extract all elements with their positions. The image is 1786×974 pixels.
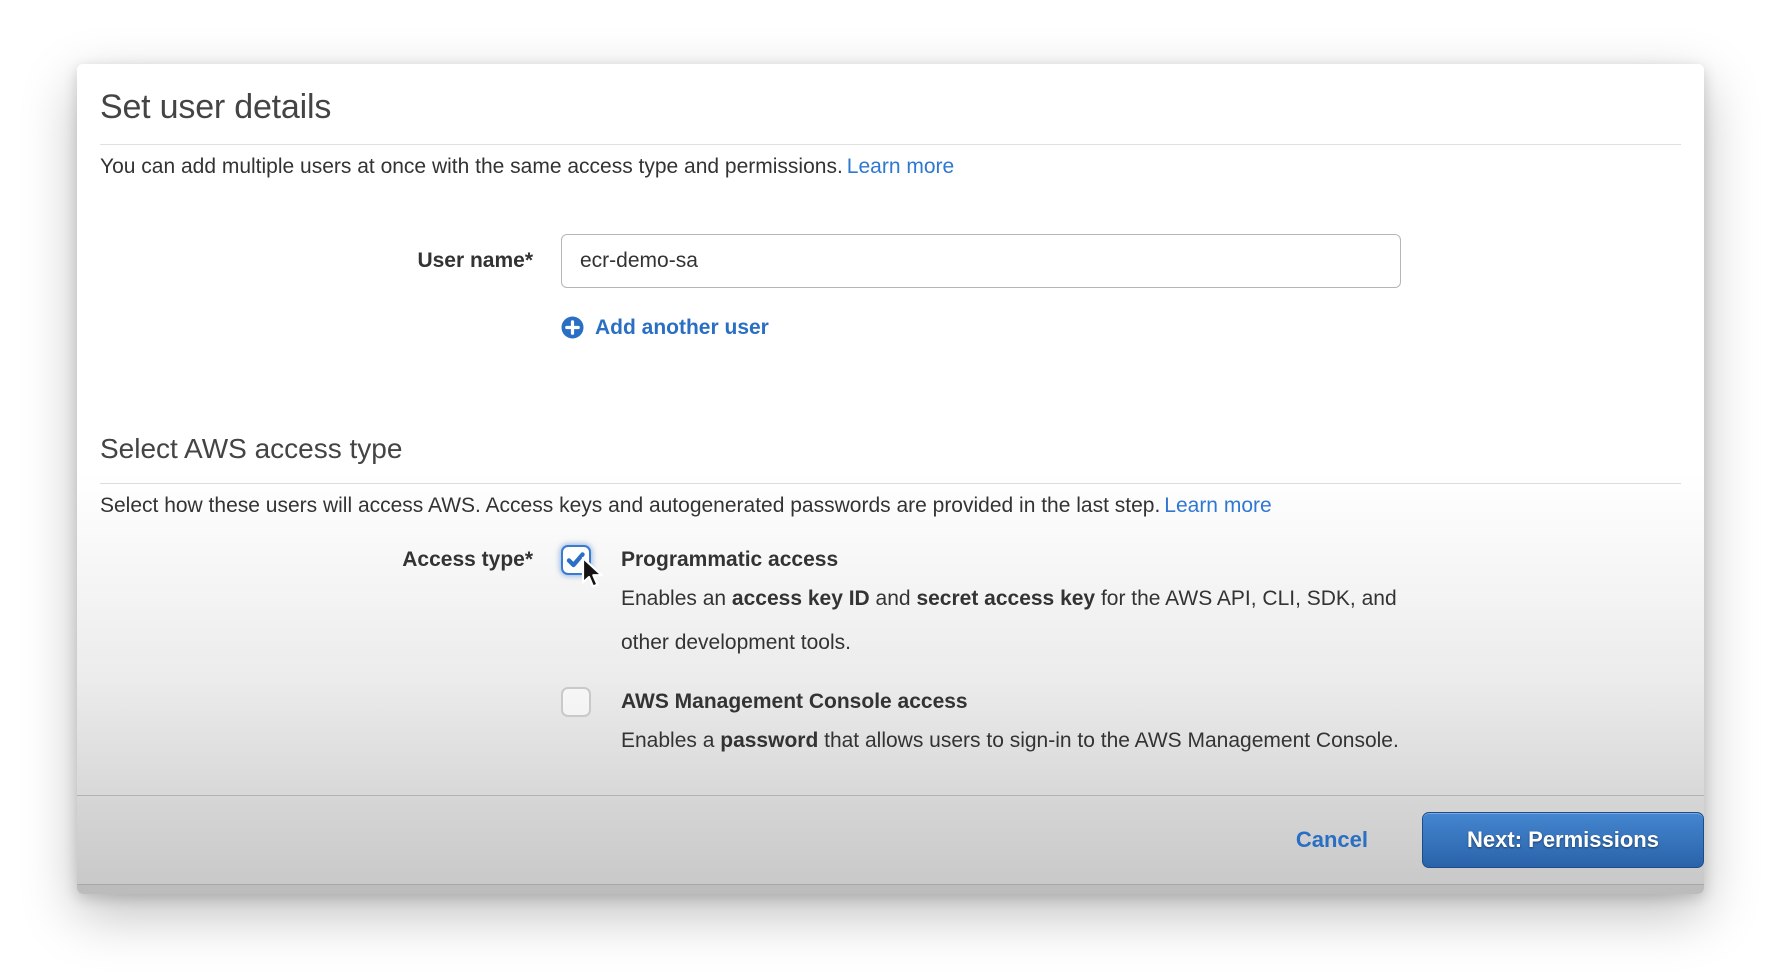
next-permissions-button[interactable]: Next: Permissions — [1422, 812, 1704, 868]
access-type-options: Programmatic access Enables an access ke… — [561, 545, 1399, 763]
desc-text: that allows users to sign-in to the AWS … — [818, 729, 1399, 752]
desc-text-bold: access key ID — [732, 587, 870, 610]
desc-text-bold: password — [720, 729, 818, 752]
programmatic-access-label: Programmatic access — [621, 545, 1397, 575]
title-divider — [100, 144, 1681, 145]
access-type-description: Select how these users will access AWS. … — [100, 493, 1681, 519]
cancel-button[interactable]: Cancel — [1296, 827, 1368, 853]
desc-text: other development tools. — [621, 631, 851, 654]
checkmark-icon — [566, 551, 586, 569]
user-name-label: User name* — [100, 249, 533, 273]
user-name-row: User name* — [100, 234, 1681, 288]
spacer — [100, 316, 533, 340]
desc-text: Enables an — [621, 587, 732, 610]
console-access-description: Enables a password that allows users to … — [621, 719, 1399, 763]
programmatic-access-checkbox[interactable] — [561, 545, 591, 575]
add-another-user-label: Add another user — [595, 316, 769, 340]
console-access-checkbox[interactable] — [561, 687, 591, 717]
programmatic-access-description: Enables an access key ID and secret acce… — [621, 577, 1397, 665]
wizard-footer: Cancel Next: Permissions — [77, 795, 1704, 884]
bottom-strip-divider — [77, 884, 1704, 894]
access-type-row: Access type* — [100, 545, 1681, 763]
user-name-input[interactable] — [561, 234, 1401, 288]
desc-text: for the AWS API, CLI, SDK, and — [1095, 587, 1397, 610]
console-access-option: AWS Management Console access Enables a … — [561, 687, 1399, 763]
desc-text: and — [870, 587, 917, 610]
add-user-wizard-card: Set user details You can add multiple us… — [77, 64, 1704, 894]
plus-circle-icon — [561, 316, 584, 339]
learn-more-link[interactable]: Learn more — [847, 155, 954, 178]
add-another-user-button[interactable]: Add another user — [561, 316, 769, 340]
page-title: Set user details — [100, 87, 1681, 128]
console-access-label: AWS Management Console access — [621, 687, 1399, 717]
user-details-description: You can add multiple users at once with … — [100, 154, 1681, 180]
access-type-description-text: Select how these users will access AWS. … — [100, 494, 1160, 517]
access-type-label: Access type* — [100, 545, 533, 763]
add-another-user-row: Add another user — [100, 316, 1681, 340]
access-type-section-title: Select AWS access type — [100, 432, 1681, 466]
wizard-content: Set user details You can add multiple us… — [77, 64, 1704, 795]
learn-more-link-2[interactable]: Learn more — [1164, 494, 1271, 517]
programmatic-access-option: Programmatic access Enables an access ke… — [561, 545, 1399, 665]
user-details-description-text: You can add multiple users at once with … — [100, 155, 843, 178]
desc-text: Enables a — [621, 729, 720, 752]
desc-text-bold: secret access key — [916, 587, 1095, 610]
section-divider — [100, 483, 1681, 484]
